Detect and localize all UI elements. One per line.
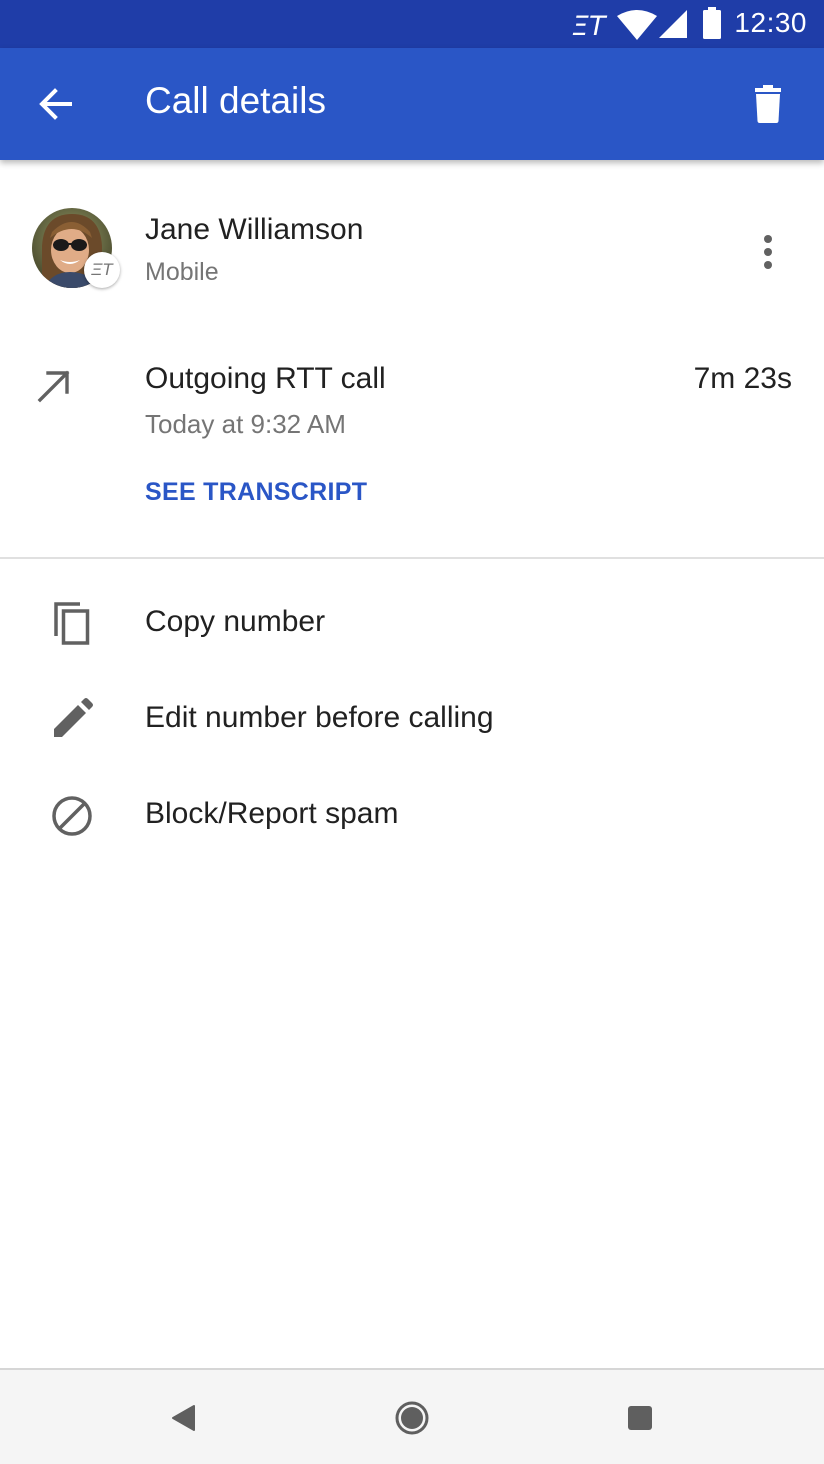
block-icon — [52, 796, 92, 836]
block-report-spam-label: Block/Report spam — [145, 797, 399, 830]
delete-button[interactable] — [738, 74, 798, 134]
copy-number-label: Copy number — [145, 605, 326, 638]
battery-icon — [703, 7, 721, 39]
wifi-icon — [617, 10, 657, 40]
copy-number-action[interactable]: Copy number — [0, 575, 824, 671]
outgoing-arrow-icon — [37, 370, 70, 403]
call-duration: 7m 23s — [693, 362, 792, 395]
call-timestamp: Today at 9:32 AM — [145, 409, 346, 439]
status-bar: ΞT 12:30 — [0, 0, 824, 48]
nav-recents-icon — [628, 1406, 652, 1430]
status-time: 12:30 — [734, 7, 807, 38]
copy-icon — [54, 602, 90, 645]
more-options-button[interactable] — [742, 224, 794, 276]
svg-text:ΞT: ΞT — [572, 11, 608, 40]
call-type: Outgoing RTT call — [145, 362, 386, 395]
system-nav-bar — [0, 1368, 824, 1464]
rtt-icon: ΞT — [572, 11, 608, 40]
nav-back-icon — [172, 1405, 195, 1431]
arrow-back-icon — [39, 88, 72, 120]
contact-header: ΞT Jane Williamson Mobile — [0, 160, 824, 320]
pencil-icon — [54, 698, 93, 737]
page-title: Call details — [145, 80, 326, 121]
see-transcript-button[interactable]: SEE TRANSCRIPT — [145, 478, 367, 507]
block-report-spam-action[interactable]: Block/Report spam — [0, 767, 824, 863]
nav-home-button[interactable] — [384, 1390, 440, 1446]
call-info: Outgoing RTT call 7m 23s Today at 9:32 A… — [0, 320, 824, 558]
more-vertical-icon — [764, 235, 772, 269]
nav-back-button[interactable] — [156, 1390, 212, 1446]
contact-name: Jane Williamson — [145, 213, 364, 246]
nav-home-icon — [395, 1401, 429, 1435]
edit-number-label: Edit number before calling — [145, 701, 494, 734]
cellular-signal-icon — [659, 10, 687, 38]
rtt-badge-icon: ΞT — [84, 252, 120, 288]
app-bar: Call details — [0, 48, 824, 160]
contact-number-type: Mobile — [145, 258, 219, 286]
trash-icon — [755, 85, 781, 123]
back-button[interactable] — [26, 74, 86, 134]
nav-recents-button[interactable] — [612, 1390, 668, 1446]
edit-number-action[interactable]: Edit number before calling — [0, 671, 824, 767]
divider — [0, 557, 824, 559]
